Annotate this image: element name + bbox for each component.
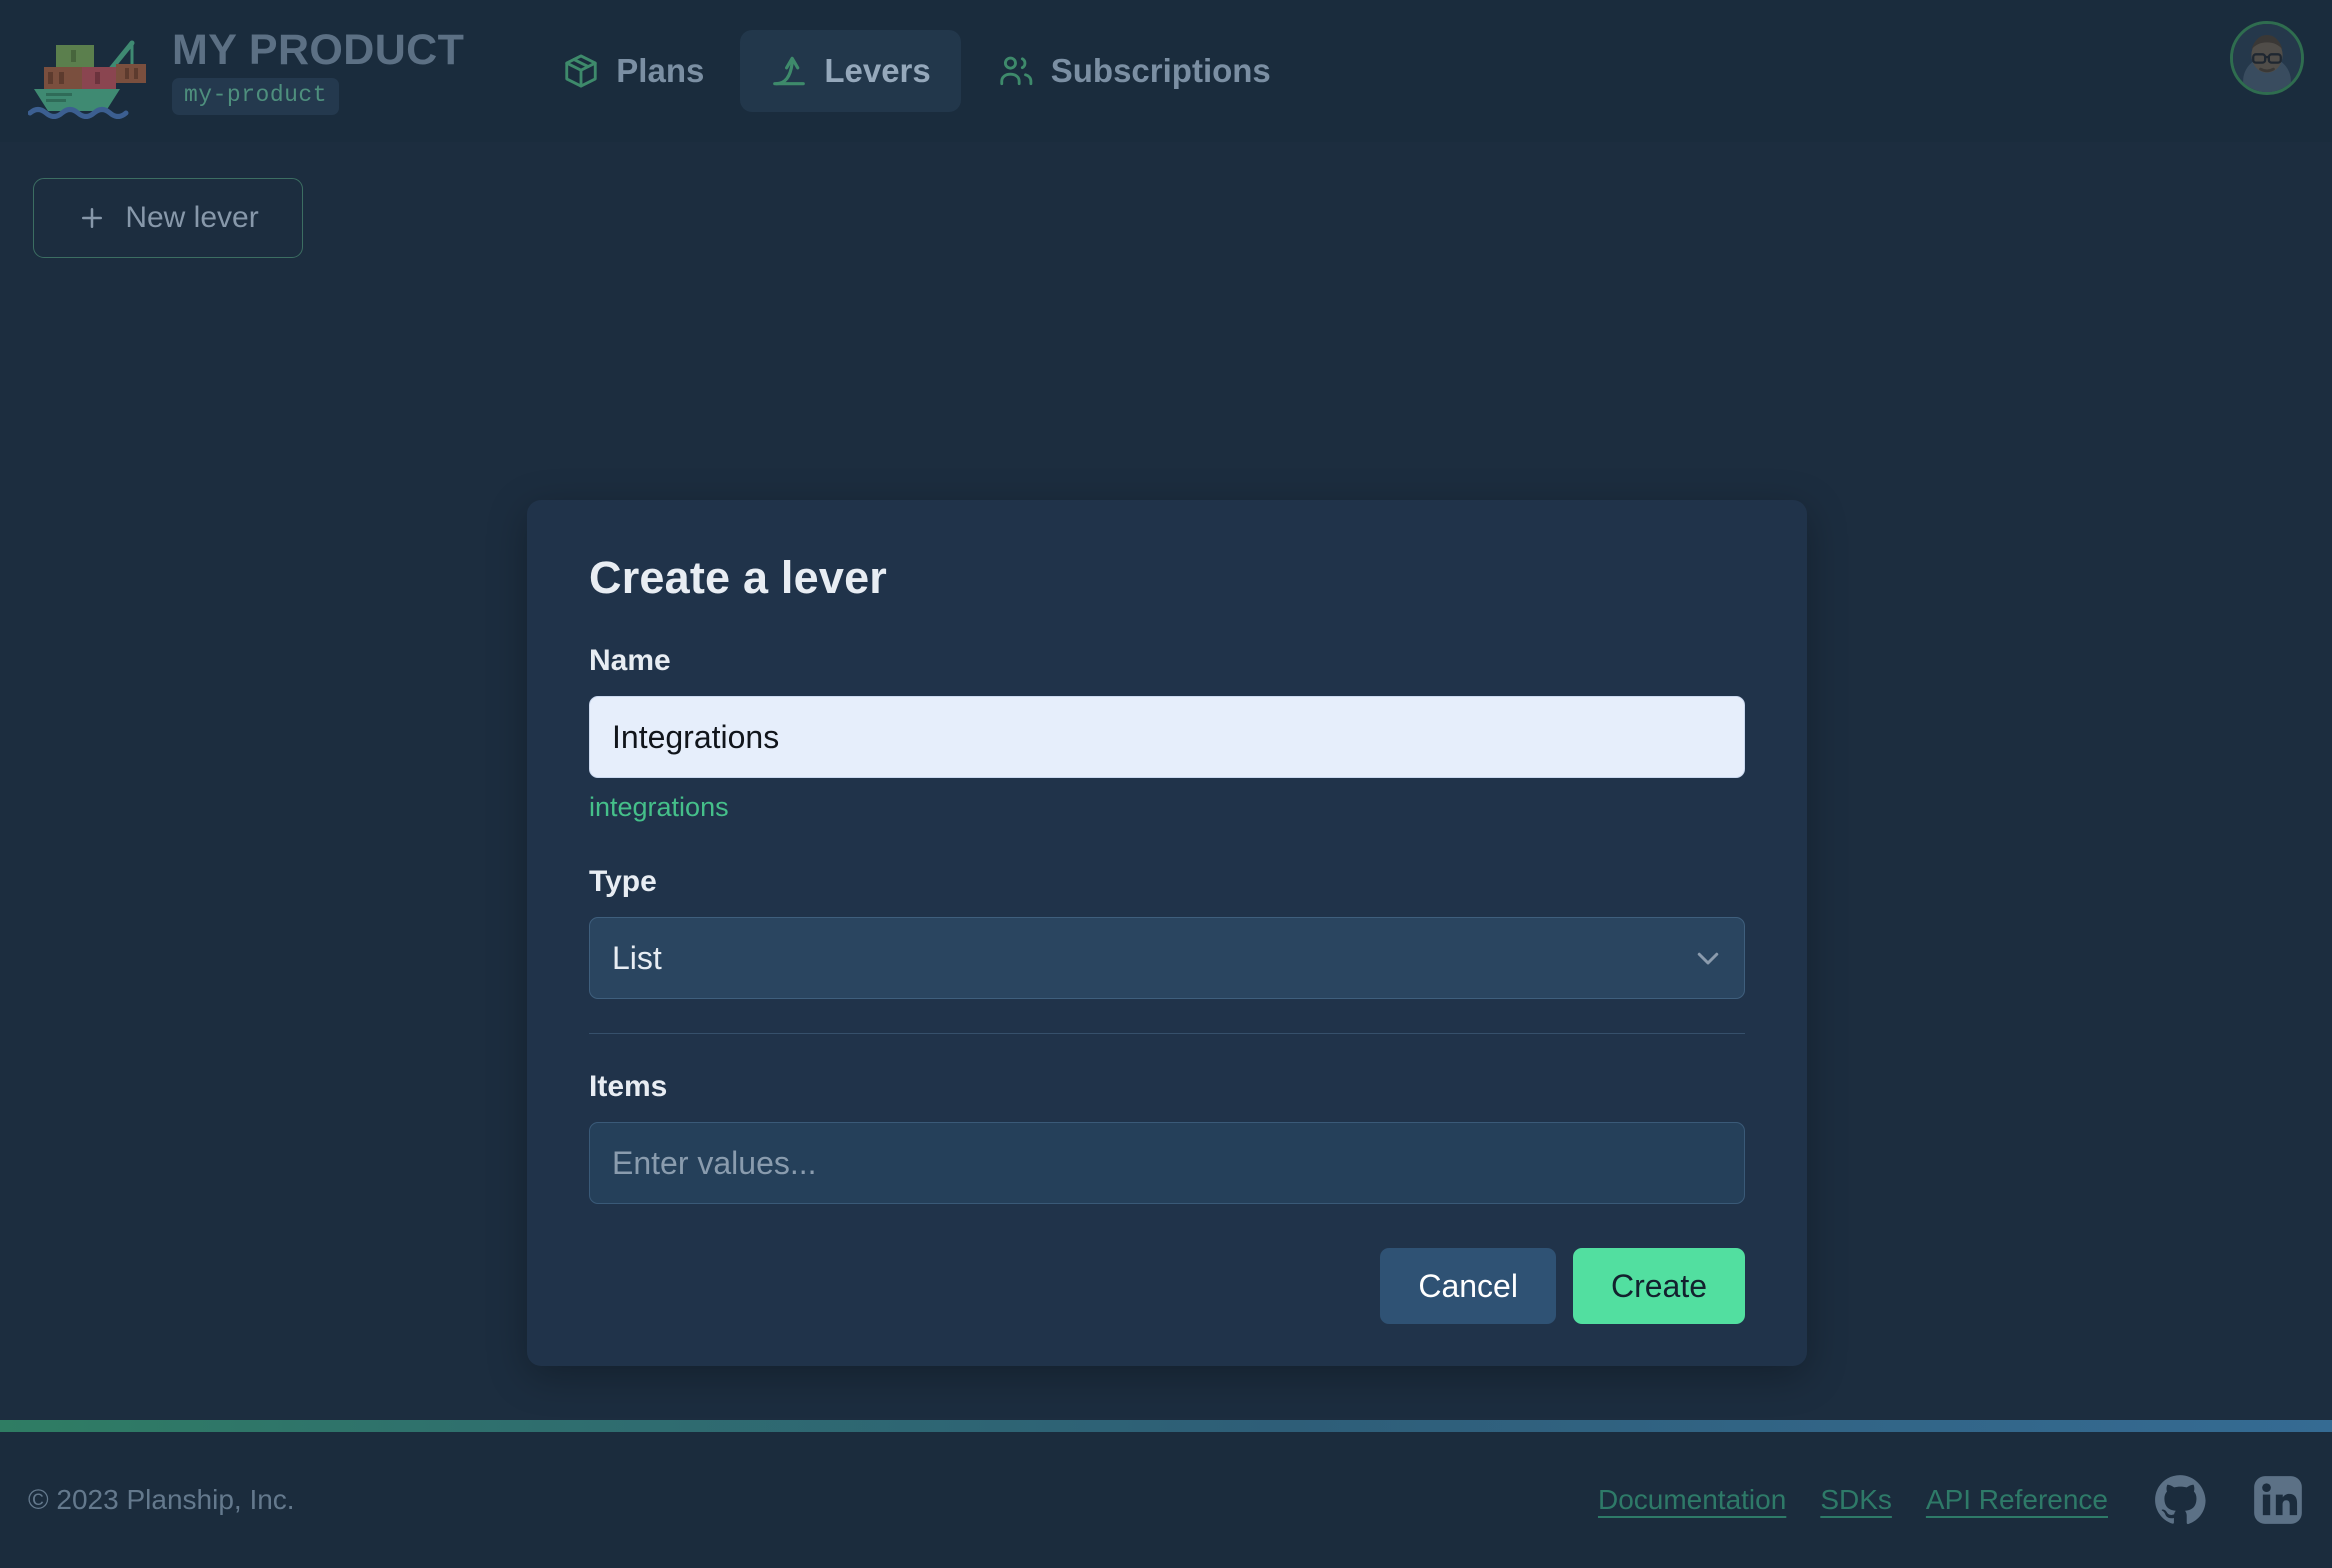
- new-lever-button[interactable]: New lever: [33, 178, 303, 258]
- items-input[interactable]: [589, 1122, 1745, 1204]
- cancel-button[interactable]: Cancel: [1380, 1248, 1556, 1324]
- brand[interactable]: MY PRODUCT my-product: [28, 23, 464, 119]
- users-icon: [1000, 56, 1033, 86]
- product-slug-badge: my-product: [172, 78, 340, 115]
- footer-gradient-bar: [0, 1420, 2332, 1432]
- create-lever-dialog: Create a lever Name integrations Type Li…: [527, 500, 1807, 1366]
- tab-plans[interactable]: Plans: [532, 30, 734, 112]
- app-root: MY PRODUCT my-product Plans Levers Subsc…: [0, 0, 2332, 1568]
- github-icon[interactable]: [2154, 1474, 2206, 1526]
- footer-link-documentation[interactable]: Documentation: [1598, 1484, 1786, 1516]
- type-select-wrap: List: [589, 917, 1745, 999]
- type-label: Type: [589, 865, 657, 898]
- name-label: Name: [589, 644, 671, 677]
- brand-text: MY PRODUCT my-product: [172, 26, 465, 115]
- avatar[interactable]: [2230, 21, 2304, 95]
- cargo-ship-logo: [28, 40, 146, 119]
- main-nav: Plans Levers Subscriptions: [532, 30, 1301, 112]
- items-label: Items: [589, 1070, 668, 1103]
- plus-icon: [82, 208, 103, 228]
- type-field-group: Type List: [589, 865, 1745, 999]
- tab-subscriptions[interactable]: Subscriptions: [967, 30, 1301, 112]
- footer-link-sdks[interactable]: SDKs: [1820, 1484, 1892, 1516]
- type-select[interactable]: List: [589, 917, 1745, 999]
- user-avatar: [2233, 24, 2301, 92]
- footer-links: Documentation SDKs API Reference: [1598, 1474, 2304, 1526]
- items-field-group: Items: [589, 1070, 1745, 1204]
- create-button[interactable]: Create: [1572, 1248, 1745, 1324]
- page-title: MY PRODUCT: [172, 26, 465, 75]
- name-field-group: Name integrations: [589, 644, 1745, 823]
- package-icon: [565, 54, 597, 88]
- name-input[interactable]: [589, 696, 1745, 778]
- dialog-title: Create a lever: [589, 552, 888, 603]
- main-content: New lever Create a lever Name integratio…: [0, 142, 2332, 1420]
- linkedin-icon[interactable]: [2252, 1474, 2304, 1526]
- footer-link-api-reference[interactable]: API Reference: [1926, 1484, 2108, 1516]
- footer: © 2023 Planship, Inc. Documentation SDKs…: [0, 1432, 2332, 1568]
- dialog-actions: Cancel Create: [589, 1248, 1745, 1324]
- slug-hint: integrations: [589, 792, 729, 822]
- copyright-text: © 2023 Planship, Inc.: [28, 1484, 295, 1515]
- tab-levers-label: Levers: [824, 52, 931, 89]
- tab-levers[interactable]: Levers: [740, 30, 961, 112]
- tab-subscriptions-label: Subscriptions: [1050, 52, 1271, 89]
- type-select-value: List: [612, 939, 662, 976]
- new-lever-label: New lever: [125, 201, 259, 234]
- lever-trend-icon: [773, 56, 806, 86]
- top-header: MY PRODUCT my-product Plans Levers Subsc…: [0, 0, 2332, 142]
- dialog-divider: [589, 1033, 1745, 1034]
- tab-plans-label: Plans: [616, 52, 705, 89]
